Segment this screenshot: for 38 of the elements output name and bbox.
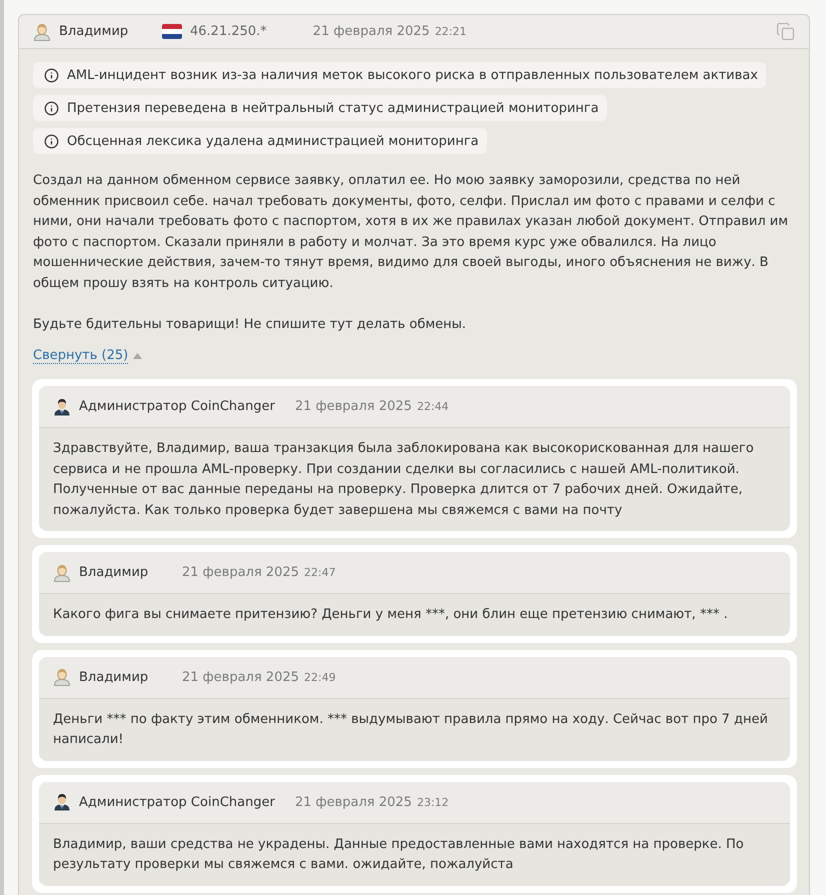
reply-text: Деньги *** по факту этим обменником. *** выдумывают правила прямо на ходу. Сейчас вот про 7 дней написали!	[52, 710, 769, 749]
notice-text: Обсценная лексика удалена администрацией мониторинга	[67, 134, 479, 148]
info-icon	[44, 134, 59, 148]
person-in-suit-icon	[53, 398, 71, 416]
reply-date: 21 февраля 2025	[182, 670, 300, 684]
reply-time: 22:44	[416, 400, 449, 413]
author-name: Владимир	[79, 565, 150, 580]
reply-text: Владимир, ваши средства не украдены. Данные предоставленные вами находятся на проверке. По результату проверки мы свяжемся с вами. ожидайте, пожалуйста	[52, 836, 745, 874]
reply-time: 22:47	[304, 566, 336, 579]
person-in-suit-icon	[53, 793, 71, 811]
post-time: 22:21	[434, 25, 467, 38]
author-name: Администратор CoinChanger	[79, 399, 275, 414]
caret-up-icon[interactable]	[133, 353, 142, 359]
copy-button[interactable]	[776, 22, 795, 41]
post-text: Будьте бдительны товарищи! Не спишите тут делать обмены.	[33, 316, 468, 334]
reply-time: 23:12	[416, 796, 449, 808]
notice-text: AML-инцидент возник из-за наличия меток высокого риска в отправленных пользователем активах	[67, 68, 758, 82]
author-name: Владимир	[59, 24, 130, 39]
person-icon	[53, 564, 71, 582]
flag-icon	[162, 24, 182, 39]
reply-date: 21 февраля 2025	[294, 399, 412, 414]
info-icon	[44, 100, 59, 116]
post-date: 21 февраля 2025	[312, 24, 430, 39]
person-icon	[53, 668, 71, 686]
notice-text: Претензия переведена в нейтральный статус администрацией мониторинга	[67, 100, 599, 116]
person-icon	[33, 22, 51, 40]
author-name: Владимир	[79, 670, 150, 684]
reply-time: 22:49	[304, 670, 336, 684]
ip-address: 46.21.250.*	[190, 24, 267, 39]
reply-date: 21 февраля 2025	[182, 565, 300, 580]
reply-text: Здравствуйте, Владимир, ваша транзакция была заблокирована как высокорискованная для нашего сервиса и не прошла AML-проверку. При создании сделки вы согласились с нашей AML-политикой. Полученные от вас данные переданы на проверку. Проверка длится от 7 рабочих дней. Ожидайте, пожалуйста. Как только проверка будет завершена мы свяжемся с вами на почту	[52, 440, 755, 520]
reply-text: Какого фига вы снимаете притензию? Деньги у меня ***, они блин еще претензию снимают, *** .	[52, 606, 729, 624]
info-icon	[44, 68, 59, 82]
post-text: Создал на данном обменном сервисе заявку, оплатил ее. Но мою заявку заморозили, средства по ней обменник присвоил себе. начал требовать документы, фото, селфи. Прислал им фото с правами и селфи с ними, они начали требовать фото с паспортом, хотя в их же правилах указан любой документ. Отправил им фото с паспортом. Сказали приняли в работу и молчат. За это время курс уже обвалился. На лицо мошеннические действия, зачем-то тянут время, видимо для своей выгоды, иного объяснения не вижу. В общем прошу взять на контроль ситуацию.	[33, 172, 790, 292]
copy-icon	[776, 22, 795, 41]
collapse-link[interactable]: Свернуть (25)	[33, 348, 128, 364]
reply-date: 21 февраля 2025	[294, 794, 412, 810]
author-name: Администратор CoinChanger	[79, 794, 275, 810]
